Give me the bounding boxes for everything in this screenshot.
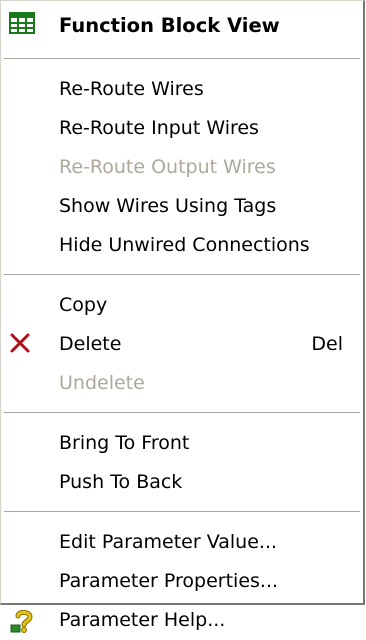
menu-item-re-route-input-wires[interactable]: Re-Route Input Wires — [1, 109, 363, 148]
menu-item-shortcut: Del — [311, 333, 343, 355]
menu-item-push-to-back[interactable]: Push To Back — [1, 463, 363, 502]
menu-item-label: Bring To Front — [59, 432, 190, 454]
menu-separator — [4, 511, 360, 513]
menu-header-function-block-view[interactable]: Function Block View — [1, 1, 363, 49]
menu-item-label: Parameter Properties... — [59, 570, 279, 592]
menu-item-re-route-output-wires: Re-Route Output Wires — [1, 148, 363, 187]
menu-separator — [4, 58, 360, 60]
menu-item-parameter-properties[interactable]: Parameter Properties... — [1, 562, 363, 601]
menu-item-hide-unwired-connections[interactable]: Hide Unwired Connections — [1, 226, 363, 265]
menu-header-label: Function Block View — [59, 14, 280, 37]
menu-item-label: Copy — [59, 294, 108, 316]
menu-item-label: Edit Parameter Value... — [59, 531, 278, 553]
menu-item-label: Undelete — [59, 372, 145, 394]
menu-item-label: Parameter Help... — [59, 609, 226, 631]
menu-item-parameter-help[interactable]: Parameter Help... — [1, 601, 363, 640]
menu-item-label: Hide Unwired Connections — [59, 234, 310, 256]
menu-separator — [4, 274, 360, 276]
context-menu: Function Block View Re-Route Wires Re-Ro… — [0, 0, 365, 633]
menu-item-edit-parameter-value[interactable]: Edit Parameter Value... — [1, 523, 363, 562]
menu-item-delete[interactable]: Delete Del — [1, 325, 363, 364]
grid-table-icon — [9, 12, 35, 38]
menu-item-bring-to-front[interactable]: Bring To Front — [1, 424, 363, 463]
menu-item-re-route-wires[interactable]: Re-Route Wires — [1, 70, 363, 109]
menu-item-copy[interactable]: Copy — [1, 286, 363, 325]
menu-item-undelete: Undelete — [1, 364, 363, 403]
menu-item-label: Re-Route Wires — [59, 78, 204, 100]
menu-separator — [4, 412, 360, 414]
help-question-icon — [9, 608, 35, 634]
menu-item-label: Re-Route Input Wires — [59, 117, 259, 139]
delete-x-icon — [9, 332, 35, 358]
menu-item-label: Delete — [59, 333, 122, 355]
menu-item-label: Push To Back — [59, 471, 183, 493]
menu-item-label: Show Wires Using Tags — [59, 195, 277, 217]
menu-item-show-wires-using-tags[interactable]: Show Wires Using Tags — [1, 187, 363, 226]
menu-item-label: Re-Route Output Wires — [59, 156, 276, 178]
